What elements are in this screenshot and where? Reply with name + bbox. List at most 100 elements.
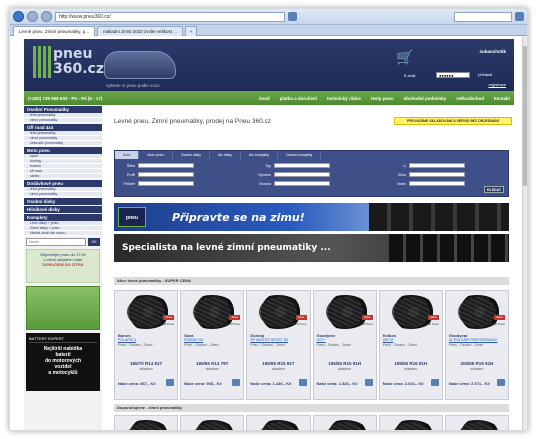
category-title[interactable]: Hliníkové disky — [24, 206, 102, 213]
category-item[interactable]: skútry — [24, 174, 102, 179]
index-select[interactable] — [409, 181, 465, 186]
product-card[interactable]: Akce ZIMNÍ Pneu Goodyear UG7+ Pneu - Osobní … — [312, 290, 377, 400]
category-title[interactable]: Osobní disky — [24, 198, 102, 205]
add-to-cart-icon[interactable] — [430, 379, 439, 386]
cart-icon[interactable]: 🛒 — [396, 49, 413, 66]
battery-ad-banner[interactable]: BATTERY EXPERT Nejširší nabídka baterií … — [26, 333, 100, 391]
green-ad-banner[interactable] — [26, 286, 100, 330]
login-button[interactable]: přihlásit — [478, 72, 492, 77]
finder-tab[interactable]: Alu komplety — [241, 151, 279, 159]
browser-tab[interactable]: nakladni zimni 2010 zvolte velikost ... — [96, 26, 184, 36]
finder-tab[interactable]: Alu disky — [210, 151, 241, 159]
category-title[interactable]: Moto pneu — [24, 147, 102, 154]
category-item[interactable]: celoroční pneumatiky — [24, 141, 102, 146]
add-to-cart-icon[interactable] — [364, 379, 373, 386]
field-label: Průměr — [123, 181, 135, 186]
browser-search-input[interactable] — [454, 11, 512, 22]
product-model[interactable]: ULTRA GRIP PERFORMANCE — [449, 338, 498, 342]
season-label: ZIMNÍ Pneu — [489, 322, 506, 326]
category-title[interactable]: Off road 4x4 — [24, 124, 102, 131]
stock-status: skladem — [205, 367, 219, 371]
forward-icon[interactable] — [27, 11, 38, 22]
product-size: 195/65 R15 91H — [328, 361, 361, 366]
menu-item[interactable]: velkoobchod — [456, 96, 484, 101]
menu-item[interactable]: úvod — [259, 96, 270, 101]
menu-item[interactable]: kontakt — [494, 96, 510, 101]
site-logo[interactable]: pneu 360.cz — [33, 46, 104, 78]
specialist-banner[interactable]: Specialista na levné zimní pneumatiky ..… — [114, 234, 509, 262]
reload-icon[interactable] — [41, 11, 52, 22]
finder-tab[interactable]: Osobní disky — [173, 151, 210, 159]
password-field[interactable]: ●●●●●● — [436, 72, 470, 78]
address-bar[interactable]: http://www.pneu360.cz/ — [55, 11, 285, 22]
product-size: 195/55 R16 91H — [394, 361, 428, 366]
profile-select[interactable] — [138, 172, 194, 177]
category-title[interactable]: Komplety — [24, 214, 102, 221]
register-link[interactable]: registrace — [488, 82, 506, 87]
product-card[interactable]: Akce ZIMNÍ Pneu Kelbon WR 02 Pneu - Osobní -… — [378, 290, 443, 400]
back-icon[interactable] — [13, 11, 24, 22]
scrollbar[interactable] — [522, 36, 527, 430]
add-to-cart-icon[interactable] — [298, 379, 307, 386]
category-item[interactable]: zimní pneumatiky — [24, 192, 102, 197]
sale-badge: Akce — [163, 315, 175, 320]
add-to-cart-icon[interactable] — [166, 379, 175, 386]
product-size: 195/65 R15 91T — [262, 361, 295, 366]
add-to-cart-icon[interactable] — [232, 379, 241, 386]
sidebar: Osobní Pneumatiky letní pneumatiky zimní… — [24, 105, 102, 430]
sidebar-search-button[interactable]: OK — [88, 238, 100, 246]
product-card[interactable] — [378, 415, 443, 430]
type-select[interactable] — [274, 163, 330, 168]
new-tab-button[interactable]: + — [185, 26, 198, 36]
product-card[interactable]: Akce ZIMNÍ Pneu Dunlop SP WINTER SPORT 3D Pn… — [246, 290, 311, 400]
product-model[interactable]: SP WINTER SPORT 3D — [250, 338, 288, 342]
finder-tab[interactable]: Auta — [115, 151, 140, 159]
finder-tab[interactable]: Osobní komplety — [278, 151, 322, 159]
product-card[interactable] — [246, 415, 311, 430]
menu-item[interactable]: technický rádce — [327, 96, 361, 101]
product-card[interactable] — [444, 415, 510, 430]
main-content: Levné pneu, Zimní pneumatiky, prodej na … — [106, 105, 514, 430]
product-price: Naše cena: 1.826,- Kč — [316, 381, 358, 386]
width-select[interactable] — [138, 163, 194, 168]
scrollbar-thumb[interactable] — [523, 46, 527, 186]
finder-tab[interactable]: Moto pneu — [139, 151, 173, 159]
category-item[interactable]: zimní pneumatiky — [24, 118, 102, 123]
product-type: Pneu - Osobní - Zimní — [184, 343, 219, 347]
product-card[interactable] — [180, 415, 245, 430]
sidebar-search-input[interactable]: hledat — [26, 238, 86, 246]
delivery-promo[interactable]: Objednejte pneu do 17:00 u zboží skladem… — [26, 249, 100, 283]
diameter-select[interactable] — [138, 181, 194, 186]
product-model[interactable]: ESKIMO S3 — [184, 338, 203, 342]
product-model[interactable]: POLARIS 3 — [118, 338, 136, 342]
home-icon[interactable] — [515, 12, 524, 21]
logo-mark — [33, 46, 51, 78]
maker-select[interactable] — [274, 172, 330, 177]
username[interactable]: sobanchotik — [479, 49, 506, 54]
product-card[interactable]: Akce ZIMNÍ Pneu Barum POLARIS 3 Pneu - Osobn… — [114, 290, 179, 400]
product-card[interactable]: Akce ZIMNÍ Pneu Goodyear ULTRA GRIP PERFORM… — [444, 290, 510, 400]
product-card[interactable]: Akce ZIMNÍ Pneu Sava ESKIMO S3 Pneu - Osobní… — [180, 290, 245, 400]
product-model[interactable]: UG7+ — [317, 338, 326, 342]
finder-search-button[interactable]: HLEDAT — [484, 186, 504, 193]
ad-brand: BATTERY EXPERT — [29, 336, 97, 343]
field-label: Šířka — [126, 163, 135, 168]
product-card[interactable] — [312, 415, 377, 430]
category-title[interactable]: Osobní Pneumatiky — [24, 106, 102, 113]
menu-item[interactable]: platba a doručení — [280, 96, 317, 101]
category-title[interactable]: Dodávkové pneu — [24, 180, 102, 187]
season-label: ZIMNÍ Pneu — [422, 322, 439, 326]
star-icon[interactable] — [288, 12, 297, 21]
product-model[interactable]: WR 02 — [383, 338, 394, 342]
notice-box[interactable]: PROVÁDÍME SKLADOVÁNÍ A SERVIS BEZ OBJEDN… — [394, 117, 512, 125]
sirka-select[interactable] — [409, 172, 465, 177]
li-select[interactable] — [409, 163, 465, 168]
menu-item[interactable]: obchodní podmínky — [403, 96, 446, 101]
winter-banner[interactable]: pneu 360.cz Připravte se na zimu! — [114, 203, 509, 231]
product-price: Naše cena: 1.446,- Kč — [250, 381, 292, 386]
product-card[interactable] — [114, 415, 179, 430]
add-to-cart-icon[interactable] — [497, 379, 506, 386]
browser-tab[interactable]: Levné pneu, Zimní pneumatiky, p... — [13, 26, 95, 36]
season-select[interactable] — [274, 181, 330, 186]
menu-item[interactable]: testy pneu — [371, 96, 394, 101]
